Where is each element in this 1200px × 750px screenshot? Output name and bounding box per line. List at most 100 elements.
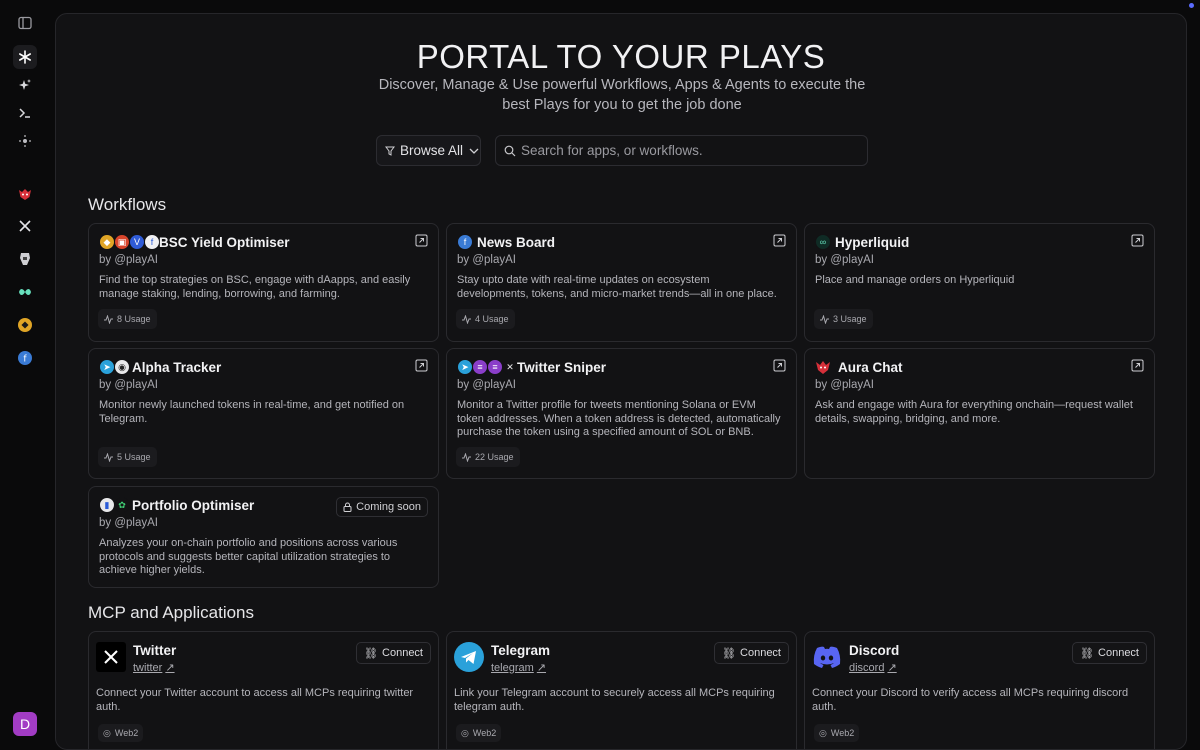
card-description: Place and manage orders on Hyperliquid (815, 274, 1015, 286)
usage-count: 22 Usage (475, 452, 514, 462)
card-icons: ➤ ≡ ≡ ✕ (457, 359, 518, 375)
usage-count: 4 Usage (475, 314, 509, 324)
search-box[interactable] (495, 135, 868, 166)
workflow-card[interactable]: f News Board by @playAI Stay upto date w… (446, 223, 797, 342)
mcp-link[interactable]: telegram ↗ (491, 661, 547, 675)
card-title: Alpha Tracker (132, 360, 222, 375)
usage-badge: 5 Usage (98, 447, 157, 467)
external-link-icon[interactable] (415, 234, 428, 247)
sun-icon[interactable] (13, 129, 37, 153)
mcp-card-telegram: Telegram telegram ↗ ⛓ Connect Link your Te… (446, 631, 797, 749)
globe-icon: ◎ (103, 727, 111, 738)
card-icons: f (457, 234, 473, 250)
external-link-icon[interactable] (1131, 359, 1144, 372)
twitter-logo-icon (96, 642, 126, 672)
workflow-card[interactable]: ➤ ≡ ≡ ✕ Twitter Sniper by @playAI Monito… (446, 348, 797, 479)
aura-icon (816, 361, 830, 374)
x-app-icon[interactable] (13, 214, 37, 238)
globe-icon: ◎ (461, 727, 469, 738)
external-link-icon[interactable] (415, 359, 428, 372)
mcp-link-label: telegram (491, 661, 534, 674)
telegram-icon: ➤ (457, 359, 473, 375)
card-icons: ▮ ✿ (99, 497, 130, 513)
card-title: Aura Chat (838, 360, 903, 375)
card-icons (815, 359, 831, 375)
usage-badge: 8 Usage (98, 309, 157, 329)
mcp-card-twitter: Twitter twitter ↗ ⛓ Connect Connect your T… (88, 631, 439, 749)
workflow-card[interactable]: ◆ ▣ V f BSC Yield Optimiser by @playAI F… (88, 223, 439, 342)
workflow-card[interactable]: ∞ Hyperliquid by @playAI Place and manag… (804, 223, 1155, 342)
wallet-icon: ▮ (99, 497, 115, 513)
card-title: News Board (477, 235, 556, 250)
mcp-title: Telegram (491, 643, 551, 658)
workflow-card[interactable]: ➤ ◉ Alpha Tracker by @playAI Monitor new… (88, 348, 439, 479)
browse-label: Browse All (400, 143, 464, 158)
workflow-card[interactable]: Aura Chat by @playAI Ask and engage with… (804, 348, 1155, 479)
arrow-up-right-icon: ↗ (165, 662, 175, 674)
card-author: by @playAI (457, 254, 516, 266)
lion-app-icon[interactable] (13, 247, 37, 271)
card-title: BSC Yield Optimiser (159, 235, 290, 250)
page-subtitle: Discover, Manage & Use powerful Workflow… (378, 77, 866, 113)
news-app-icon[interactable]: f (13, 346, 37, 370)
usage-count: 8 Usage (117, 314, 151, 324)
binance-app-icon[interactable] (13, 313, 37, 337)
external-link-icon[interactable] (773, 234, 786, 247)
connect-button[interactable]: ⛓ Connect (714, 642, 789, 664)
card-description: Monitor newly launched tokens in real-ti… (99, 399, 405, 425)
filter-icon (385, 146, 395, 156)
activity-icon (104, 452, 113, 462)
connect-button[interactable]: ⛓ Connect (356, 642, 431, 664)
mcp-link-label: discord (849, 661, 885, 674)
arrow-up-right-icon: ↗ (536, 662, 547, 674)
workflows-heading: Workflows (88, 195, 167, 214)
card-icons: ➤ ◉ (99, 359, 130, 375)
connect-button[interactable]: ⛓ Connect (1072, 642, 1147, 664)
lock-icon (343, 502, 352, 512)
sidebar-toggle-icon[interactable] (13, 11, 37, 35)
card-title: Twitter Sniper (517, 360, 607, 375)
card-author: by @playAI (99, 379, 158, 391)
aura-app-icon[interactable] (13, 182, 37, 206)
card-author: by @playAI (815, 379, 874, 391)
card-description: Stay upto date with real-time updates on… (457, 274, 777, 300)
coming-soon-badge: Coming soon (336, 497, 428, 517)
tag-label: Web2 (114, 728, 139, 738)
mcp-description: Link your Telegram account to securely a… (454, 687, 775, 713)
usage-badge: 22 Usage (456, 447, 520, 467)
mcp-heading: MCP and Applications (88, 603, 255, 622)
connect-label: Connect (1098, 647, 1139, 659)
venus-icon: V (129, 234, 145, 250)
card-description: Monitor a Twitter profile for tweets men… (457, 399, 781, 438)
web2-tag: ◎ Web2 (98, 724, 144, 742)
binance-icon: ◆ (99, 234, 115, 250)
asterisk-icon[interactable] (13, 45, 37, 69)
browse-dropdown[interactable]: Browse All (376, 135, 481, 166)
search-input[interactable] (521, 143, 851, 158)
card-author: by @playAI (815, 254, 874, 266)
card-author: by @playAI (457, 379, 516, 391)
mcp-title: Discord (849, 643, 900, 658)
external-link-icon[interactable] (773, 359, 786, 372)
external-link-icon[interactable] (1131, 234, 1144, 247)
hyperliquid-app-icon[interactable] (13, 280, 37, 304)
activity-icon (462, 314, 471, 324)
workflow-card[interactable]: ▮ ✿ Portfolio Optimiser Coming soon by @… (88, 486, 439, 588)
connect-label: Connect (382, 647, 423, 659)
coming-soon-label: Coming soon (356, 501, 421, 513)
telegram-icon: ➤ (99, 359, 115, 375)
connect-label: Connect (740, 647, 781, 659)
discord-logo-icon (812, 642, 842, 672)
link-icon: ⛓ (1080, 647, 1095, 660)
mcp-title: Twitter (133, 643, 177, 658)
avatar[interactable]: D (13, 712, 37, 736)
sparkles-icon[interactable] (13, 73, 37, 97)
page-title: PORTAL TO YOUR PLAYS (416, 38, 826, 75)
mcp-link[interactable]: twitter ↗ (133, 661, 175, 675)
card-icons: ◆ ▣ V f (99, 234, 160, 250)
terminal-icon[interactable] (13, 101, 37, 125)
card-description: Analyzes your on-chain portfolio and pos… (99, 537, 398, 576)
mcp-link[interactable]: discord ↗ (849, 661, 897, 675)
x-icon: ✕ (502, 359, 518, 375)
activity-icon (104, 314, 113, 324)
